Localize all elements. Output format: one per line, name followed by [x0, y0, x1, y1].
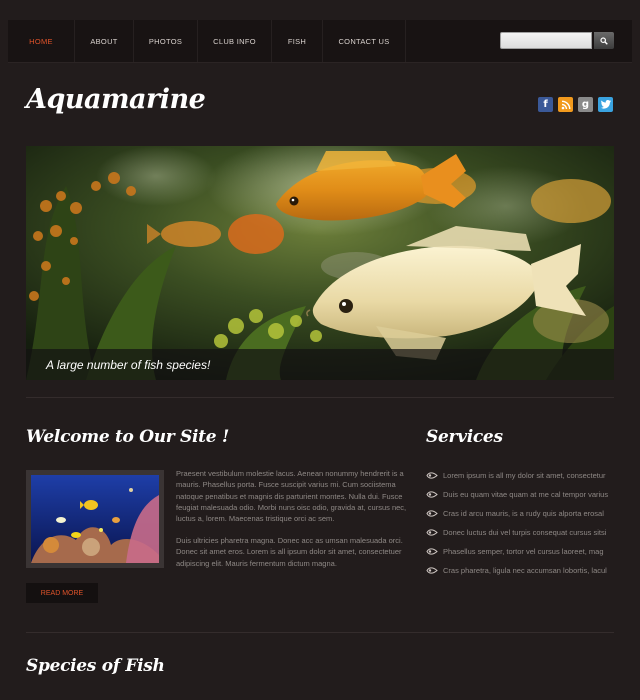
social-links: f g	[538, 97, 613, 112]
google-icon[interactable]: g	[578, 97, 593, 112]
services-item[interactable]: Duis eu quam vitae quam at me cal tempor…	[426, 485, 616, 504]
services-item[interactable]: Cras id arcu mauris, is a rudy quis alpo…	[426, 504, 616, 523]
welcome-thumbnail[interactable]	[26, 470, 164, 568]
welcome-paragraph-2: Duis ultricies pharetra magna. Donec acc…	[176, 536, 403, 568]
welcome-paragraph-1: Praesent vestibulum molestie lacus. Aene…	[176, 469, 407, 524]
leaf-bullet-icon	[426, 472, 438, 479]
top-navbar: HOME ABOUT PHOTOS CLUB INFO FISH CONTACT…	[8, 20, 632, 63]
main-nav: HOME ABOUT PHOTOS CLUB INFO FISH CONTACT…	[8, 20, 406, 62]
leaf-bullet-icon	[426, 510, 438, 517]
nav-fish[interactable]: FISH	[272, 20, 323, 62]
divider	[26, 632, 614, 633]
search-button[interactable]	[594, 32, 614, 49]
services-item[interactable]: Lorem ipsum is all my dolor sit amet, co…	[426, 466, 616, 485]
leaf-bullet-icon	[426, 567, 438, 574]
services-item-label: Phasellus semper, tortor vel cursus laor…	[443, 547, 604, 556]
services-item-label: Duis eu quam vitae quam at me cal tempor…	[443, 490, 609, 499]
reef-fish-image	[31, 475, 159, 563]
species-heading: Species of Fish	[26, 656, 165, 676]
hero-caption-bar: A large number of fish species!	[26, 349, 614, 380]
search-icon	[600, 36, 608, 45]
welcome-heading: Welcome to Our Site !	[26, 427, 230, 447]
read-more-button[interactable]: READ MORE	[26, 583, 98, 603]
services-list: Lorem ipsum is all my dolor sit amet, co…	[426, 466, 616, 580]
nav-club-info[interactable]: CLUB INFO	[198, 20, 272, 62]
services-item-label: Cras id arcu mauris, is a rudy quis alpo…	[443, 509, 604, 518]
services-item[interactable]: Donec luctus dui vel turpis consequat cu…	[426, 523, 616, 542]
services-item-label: Cras pharetra, ligula nec accumsan lobor…	[443, 566, 607, 575]
nav-home[interactable]: HOME	[8, 20, 75, 62]
divider	[26, 397, 614, 398]
services-item[interactable]: Cras pharetra, ligula nec accumsan lobor…	[426, 561, 616, 580]
hero-slider[interactable]: A large number of fish species!	[26, 146, 614, 380]
nav-about[interactable]: ABOUT	[75, 20, 134, 62]
nav-photos[interactable]: PHOTOS	[134, 20, 198, 62]
rss-icon[interactable]	[558, 97, 573, 112]
services-item-label: Donec luctus dui vel turpis consequat cu…	[443, 528, 607, 537]
leaf-bullet-icon	[426, 548, 438, 555]
services-item-label: Lorem ipsum is all my dolor sit amet, co…	[443, 471, 606, 480]
services-item[interactable]: Phasellus semper, tortor vel cursus laor…	[426, 542, 616, 561]
search-box	[500, 32, 614, 49]
fish-aquarium-image	[26, 146, 614, 380]
facebook-icon[interactable]: f	[538, 97, 553, 112]
hero-caption: A large number of fish species!	[46, 358, 211, 372]
leaf-bullet-icon	[426, 529, 438, 536]
site-logo[interactable]: Aquamarine	[26, 84, 206, 115]
twitter-icon[interactable]	[598, 97, 613, 112]
nav-contact-us[interactable]: CONTACT US	[323, 20, 406, 62]
search-input[interactable]	[500, 32, 592, 49]
leaf-bullet-icon	[426, 491, 438, 498]
services-heading: Services	[426, 427, 503, 447]
